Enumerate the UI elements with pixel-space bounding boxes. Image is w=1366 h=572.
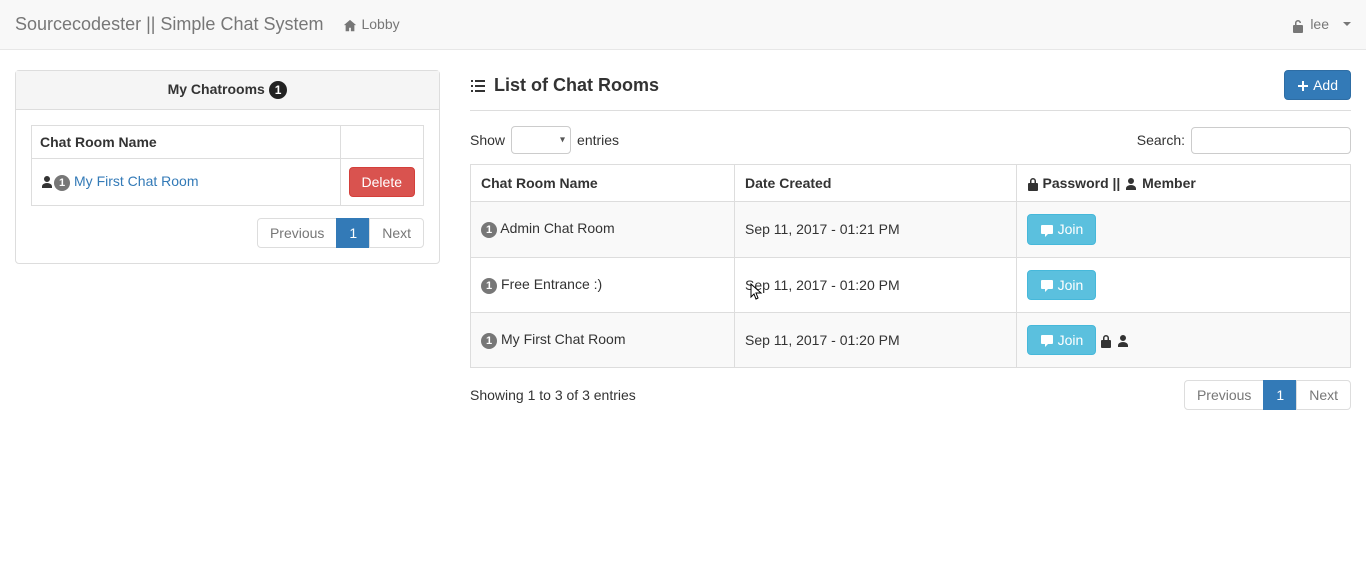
- user-icon: [1124, 175, 1138, 191]
- lock-icon: [1027, 175, 1039, 191]
- username-label: lee: [1310, 16, 1329, 32]
- room-name: My First Chat Room: [501, 331, 625, 347]
- col-name-header[interactable]: Chat Room Name: [471, 165, 735, 202]
- comment-icon: [1040, 221, 1054, 237]
- delete-button[interactable]: Delete: [349, 167, 415, 197]
- home-icon: [343, 16, 357, 32]
- room-date: Sep 11, 2017 - 01:20 PM: [735, 257, 1017, 312]
- my-chatrooms-panel: My Chatrooms 1 Chat Room Name 1: [15, 70, 440, 264]
- sidebar-prev-button[interactable]: Previous: [257, 218, 337, 248]
- col-date-header[interactable]: Date Created: [735, 165, 1017, 202]
- my-chatrooms-title: My Chatrooms: [168, 81, 265, 97]
- add-button[interactable]: Add: [1284, 70, 1351, 100]
- member-count-badge: 1: [481, 222, 497, 238]
- my-room-action-header: [340, 126, 423, 159]
- caret-down-icon: [1343, 22, 1351, 26]
- room-name: Admin Chat Room: [500, 220, 614, 236]
- member-count-badge: 1: [481, 278, 497, 294]
- page-title-text: List of Chat Rooms: [494, 75, 659, 96]
- table-row: 1 Admin Chat Room Sep 11, 2017 - 01:21 PM…: [471, 202, 1351, 257]
- member-count-badge: 1: [481, 333, 497, 349]
- main-next-button[interactable]: Next: [1296, 380, 1351, 410]
- search-label: Search:: [1137, 132, 1185, 148]
- join-button[interactable]: Join: [1027, 325, 1097, 355]
- my-chatrooms-count-badge: 1: [269, 81, 288, 99]
- main-pagination: Previous 1 Next: [1185, 380, 1351, 410]
- entries-select[interactable]: [511, 126, 571, 154]
- table-row: 1 My First Chat Room Delete: [32, 159, 424, 206]
- sidebar-next-button[interactable]: Next: [369, 218, 424, 248]
- nav-lobby-label: Lobby: [361, 16, 399, 32]
- lock-icon: [1100, 332, 1112, 348]
- join-label: Join: [1058, 332, 1084, 348]
- table-row: 1 Free Entrance :) Sep 11, 2017 - 01:20 P…: [471, 257, 1351, 312]
- my-chatrooms-table: Chat Room Name 1 My First Chat Room Dele…: [31, 125, 424, 206]
- join-button[interactable]: Join: [1027, 270, 1097, 300]
- user-icon: [40, 173, 54, 189]
- entries-length: Show entries: [470, 126, 619, 154]
- col-member-label: Member: [1142, 175, 1196, 191]
- nav-lobby-link[interactable]: Lobby: [343, 16, 399, 32]
- show-label: Show: [470, 132, 505, 148]
- list-icon: [470, 75, 486, 96]
- my-room-name-header: Chat Room Name: [32, 126, 341, 159]
- brand-link[interactable]: Sourcecodester || Simple Chat System: [15, 14, 323, 35]
- room-date: Sep 11, 2017 - 01:20 PM: [735, 312, 1017, 367]
- unlock-icon: [1292, 16, 1304, 32]
- member-count-badge: 1: [54, 175, 70, 191]
- chatrooms-table: Chat Room Name Date Created Password || …: [470, 164, 1351, 368]
- my-chatrooms-header: My Chatrooms 1: [16, 71, 439, 110]
- page-title: List of Chat Rooms: [470, 75, 659, 96]
- navbar: Sourcecodester || Simple Chat System Lob…: [0, 0, 1366, 50]
- sidebar-page-1[interactable]: 1: [336, 218, 370, 248]
- comment-icon: [1040, 277, 1054, 293]
- room-date: Sep 11, 2017 - 01:21 PM: [735, 202, 1017, 257]
- sidebar-pagination: Previous 1 Next: [31, 218, 424, 248]
- user-icon: [1116, 332, 1130, 348]
- add-button-label: Add: [1313, 77, 1338, 93]
- room-name: Free Entrance :): [501, 276, 602, 292]
- join-button[interactable]: Join: [1027, 214, 1097, 244]
- comment-icon: [1040, 332, 1054, 348]
- plus-icon: [1297, 77, 1309, 93]
- main-prev-button[interactable]: Previous: [1184, 380, 1264, 410]
- search-control: Search:: [1137, 127, 1351, 154]
- join-label: Join: [1058, 277, 1084, 293]
- table-info: Showing 1 to 3 of 3 entries: [470, 387, 636, 403]
- user-menu[interactable]: lee: [1292, 16, 1351, 32]
- col-action-header[interactable]: Password || Member: [1016, 165, 1350, 202]
- my-room-link[interactable]: My First Chat Room: [74, 173, 198, 189]
- table-row: 1 My First Chat Room Sep 11, 2017 - 01:20…: [471, 312, 1351, 367]
- join-label: Join: [1058, 221, 1084, 237]
- main-page-1[interactable]: 1: [1263, 380, 1297, 410]
- search-input[interactable]: [1191, 127, 1351, 154]
- entries-label: entries: [577, 132, 619, 148]
- col-pw-label: Password ||: [1042, 175, 1120, 191]
